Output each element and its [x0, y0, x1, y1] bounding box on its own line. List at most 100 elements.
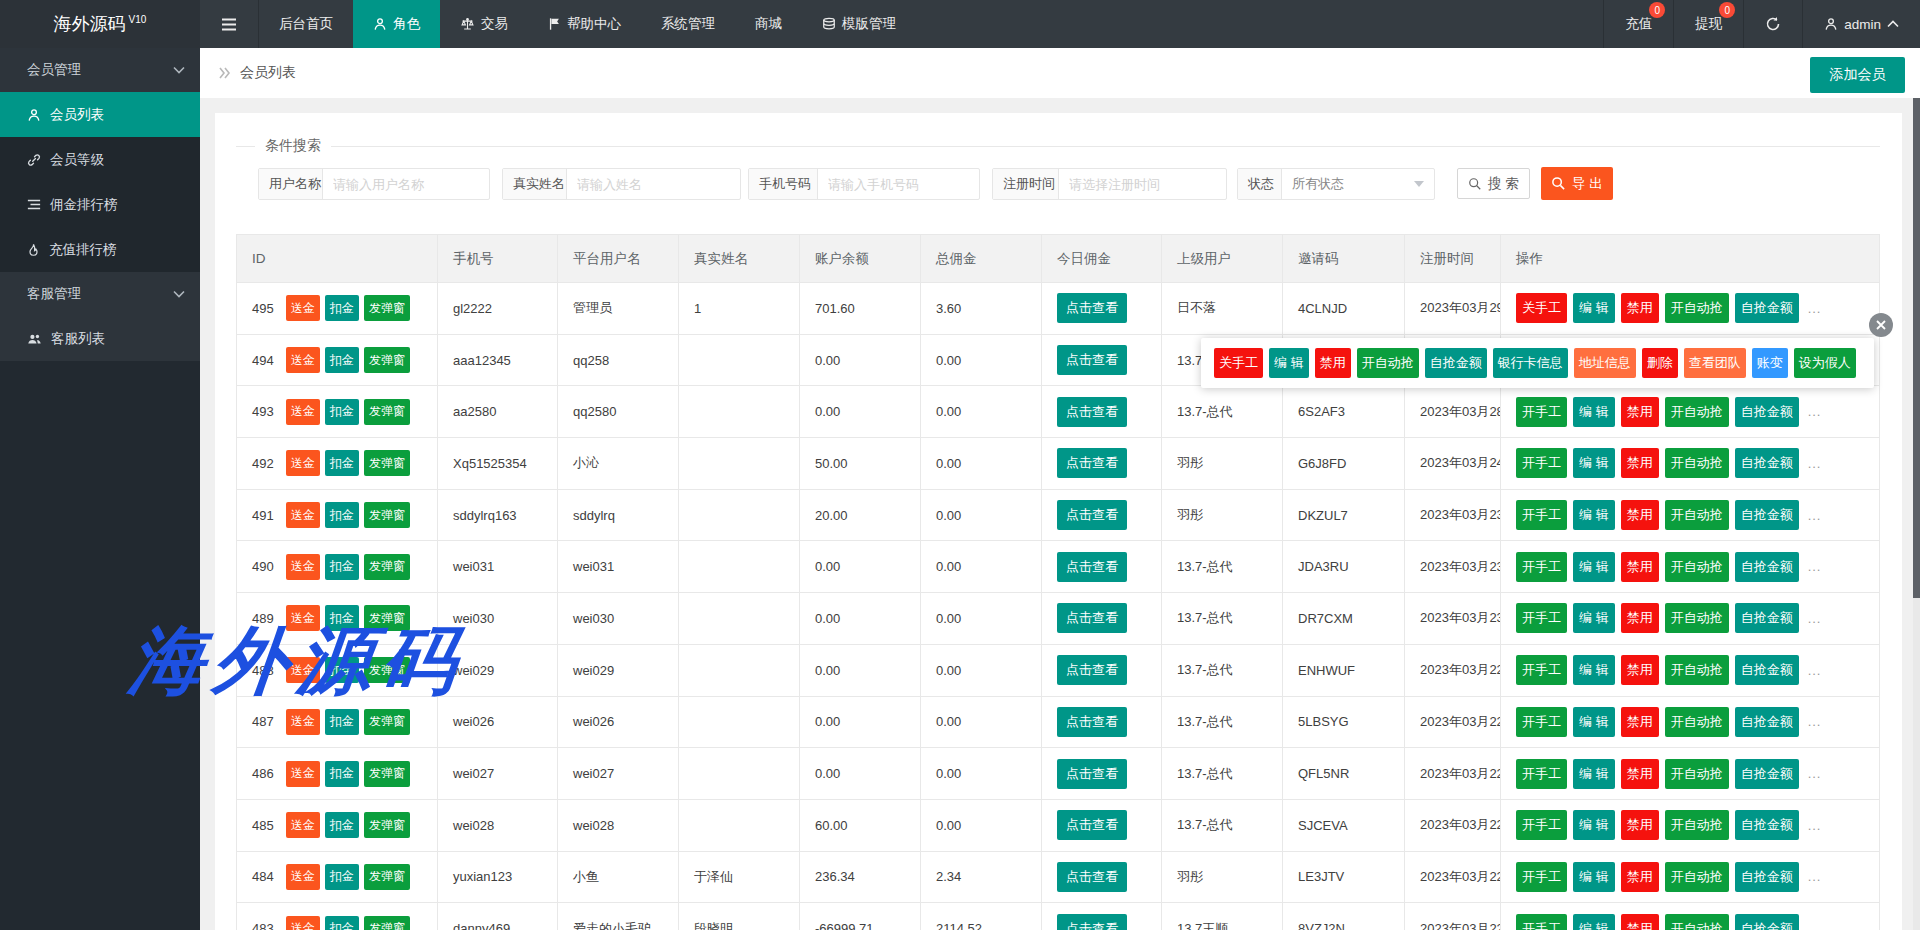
deduct-gold-button[interactable]: 扣金 [325, 916, 359, 930]
popup-button-5[interactable]: 银行卡信息 [1493, 348, 1568, 378]
op-button-0[interactable]: 编 辑 [1573, 810, 1615, 840]
scrollbar-thumb[interactable] [1913, 98, 1920, 598]
op-button-2[interactable]: 开自动抢 [1665, 655, 1729, 685]
op-button-0[interactable]: 编 辑 [1573, 655, 1615, 685]
manual-toggle-button[interactable]: 开手工 [1516, 552, 1567, 582]
sidebar-item-0-1[interactable]: 会员等级 [0, 137, 200, 182]
op-button-2[interactable]: 开自动抢 [1665, 552, 1729, 582]
field-input-0[interactable] [323, 169, 489, 199]
op-button-0[interactable]: 编 辑 [1573, 293, 1615, 323]
manual-toggle-button[interactable]: 开手工 [1516, 655, 1567, 685]
op-button-2[interactable]: 开自动抢 [1665, 448, 1729, 478]
send-popup-button[interactable]: 发弹窗 [364, 450, 410, 476]
send-popup-button[interactable]: 发弹窗 [364, 657, 410, 683]
give-gold-button[interactable]: 送金 [286, 657, 320, 683]
send-popup-button[interactable]: 发弹窗 [364, 399, 410, 425]
view-today-commission-button[interactable]: 点击查看 [1057, 759, 1127, 789]
op-button-1[interactable]: 禁用 [1621, 397, 1659, 427]
scrollbar-track[interactable] [1913, 98, 1920, 930]
deduct-gold-button[interactable]: 扣金 [325, 709, 359, 735]
more-actions[interactable]: ... [1808, 611, 1822, 626]
sidebar-group-1[interactable]: 客服管理 [0, 272, 200, 316]
op-button-3[interactable]: 自抢金额 [1735, 707, 1799, 737]
sidebar-group-0[interactable]: 会员管理 [0, 48, 200, 92]
op-button-1[interactable]: 禁用 [1621, 759, 1659, 789]
send-popup-button[interactable]: 发弹窗 [364, 605, 410, 631]
op-button-1[interactable]: 禁用 [1621, 707, 1659, 737]
popup-button-6[interactable]: 地址信息 [1574, 348, 1636, 378]
more-actions[interactable]: ... [1808, 456, 1822, 471]
more-actions[interactable]: ... [1808, 663, 1822, 678]
manual-toggle-button[interactable]: 开手工 [1516, 810, 1567, 840]
nav-item-5[interactable]: 商城 [735, 0, 802, 48]
nav-item-2[interactable]: 交易 [440, 0, 528, 48]
send-popup-button[interactable]: 发弹窗 [364, 761, 410, 787]
add-member-button[interactable]: 添加会员 [1810, 57, 1905, 93]
manual-toggle-button[interactable]: 开手工 [1516, 500, 1567, 530]
field-input-2[interactable] [818, 169, 979, 199]
op-button-3[interactable]: 自抢金额 [1735, 500, 1799, 530]
op-button-3[interactable]: 自抢金额 [1735, 862, 1799, 892]
nav-right-item-2[interactable] [1743, 0, 1802, 48]
give-gold-button[interactable]: 送金 [286, 812, 320, 838]
send-popup-button[interactable]: 发弹窗 [364, 502, 410, 528]
more-actions[interactable]: ... [1808, 766, 1822, 781]
nav-item-1[interactable]: 角色 [353, 0, 440, 48]
view-today-commission-button[interactable]: 点击查看 [1057, 603, 1127, 633]
deduct-gold-button[interactable]: 扣金 [325, 657, 359, 683]
view-today-commission-button[interactable]: 点击查看 [1057, 345, 1127, 375]
give-gold-button[interactable]: 送金 [286, 502, 320, 528]
sidebar-item-0-2[interactable]: 佣金排行榜 [0, 182, 200, 227]
popup-button-4[interactable]: 自抢金额 [1425, 348, 1487, 378]
sidebar-toggle-button[interactable] [200, 0, 259, 48]
more-actions[interactable]: ... [1808, 869, 1822, 884]
op-button-0[interactable]: 编 辑 [1573, 500, 1615, 530]
view-today-commission-button[interactable]: 点击查看 [1057, 448, 1127, 478]
op-button-2[interactable]: 开自动抢 [1665, 810, 1729, 840]
more-actions[interactable]: ... [1808, 508, 1822, 523]
popup-close-button[interactable] [1869, 313, 1893, 337]
nav-right-item-0[interactable]: 充值0 [1603, 0, 1673, 48]
popup-button-7[interactable]: 删除 [1642, 348, 1678, 378]
op-button-1[interactable]: 禁用 [1621, 448, 1659, 478]
give-gold-button[interactable]: 送金 [286, 450, 320, 476]
deduct-gold-button[interactable]: 扣金 [325, 864, 359, 890]
manual-toggle-button[interactable]: 开手工 [1516, 448, 1567, 478]
deduct-gold-button[interactable]: 扣金 [325, 295, 359, 321]
op-button-2[interactable]: 开自动抢 [1665, 914, 1729, 930]
op-button-2[interactable]: 开自动抢 [1665, 707, 1729, 737]
nav-item-3[interactable]: 帮助中心 [528, 0, 641, 48]
view-today-commission-button[interactable]: 点击查看 [1057, 810, 1127, 840]
export-button[interactable]: 导 出 [1541, 167, 1613, 200]
popup-button-3[interactable]: 开自动抢 [1357, 348, 1419, 378]
op-button-1[interactable]: 禁用 [1621, 914, 1659, 930]
op-button-3[interactable]: 自抢金额 [1735, 759, 1799, 789]
op-button-1[interactable]: 禁用 [1621, 810, 1659, 840]
sidebar-item-0-3[interactable]: 充值排行榜 [0, 227, 200, 272]
give-gold-button[interactable]: 送金 [286, 916, 320, 930]
manual-toggle-button[interactable]: 开手工 [1516, 707, 1567, 737]
nav-item-0[interactable]: 后台首页 [259, 0, 353, 48]
op-button-2[interactable]: 开自动抢 [1665, 759, 1729, 789]
more-actions[interactable]: ... [1808, 818, 1822, 833]
app-logo[interactable]: 海外源码V10 [0, 0, 200, 48]
send-popup-button[interactable]: 发弹窗 [364, 916, 410, 930]
op-button-3[interactable]: 自抢金额 [1735, 603, 1799, 633]
more-actions[interactable]: ... [1808, 559, 1822, 574]
op-button-2[interactable]: 开自动抢 [1665, 293, 1729, 323]
view-today-commission-button[interactable]: 点击查看 [1057, 500, 1127, 530]
nav-right-item-3[interactable]: admin [1802, 0, 1920, 48]
op-button-1[interactable]: 禁用 [1621, 552, 1659, 582]
nav-right-item-1[interactable]: 提现0 [1673, 0, 1743, 48]
field-input-3[interactable] [1059, 169, 1226, 199]
op-button-3[interactable]: 自抢金额 [1735, 810, 1799, 840]
give-gold-button[interactable]: 送金 [286, 709, 320, 735]
op-button-1[interactable]: 禁用 [1621, 500, 1659, 530]
deduct-gold-button[interactable]: 扣金 [325, 347, 359, 373]
send-popup-button[interactable]: 发弹窗 [364, 709, 410, 735]
op-button-0[interactable]: 编 辑 [1573, 914, 1615, 930]
sidebar-item-0-0[interactable]: 会员列表 [0, 92, 200, 137]
nav-item-4[interactable]: 系统管理 [641, 0, 735, 48]
view-today-commission-button[interactable]: 点击查看 [1057, 655, 1127, 685]
popup-button-2[interactable]: 禁用 [1315, 348, 1351, 378]
